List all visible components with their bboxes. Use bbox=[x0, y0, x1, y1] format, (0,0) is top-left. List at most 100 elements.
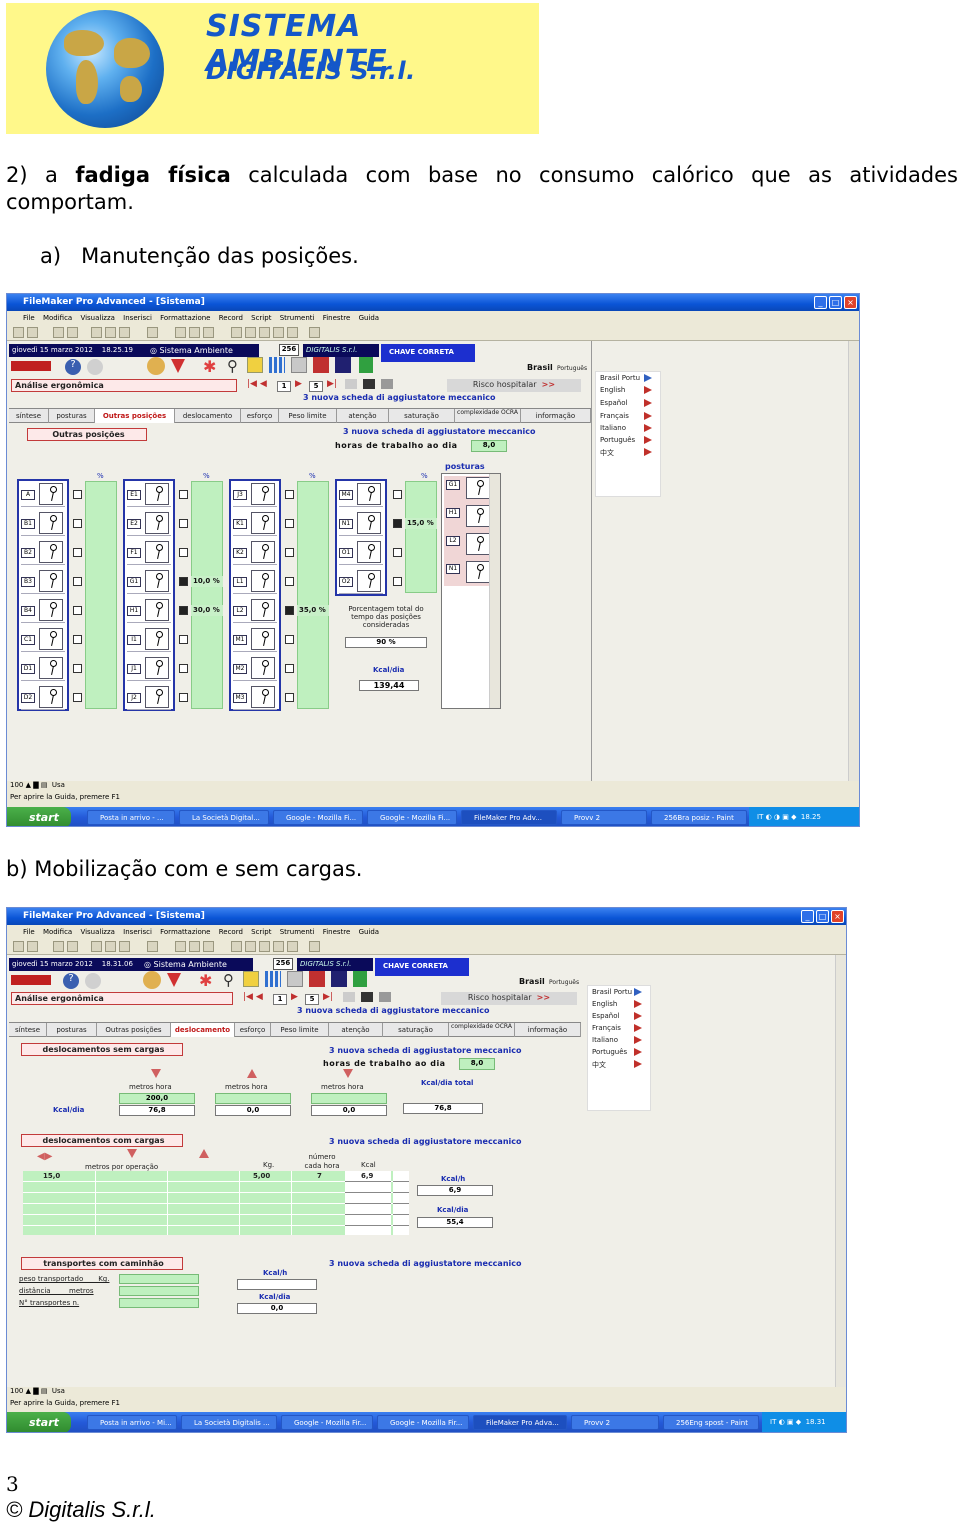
calculator-icon[interactable] bbox=[335, 357, 351, 373]
refresh-icon[interactable] bbox=[85, 973, 101, 989]
position-checkbox[interactable] bbox=[285, 693, 294, 702]
filter-icon[interactable] bbox=[171, 359, 185, 373]
load-grid[interactable] bbox=[23, 1171, 409, 1235]
position-checkbox[interactable] bbox=[179, 693, 188, 702]
position-cell[interactable]: F1 bbox=[127, 539, 171, 565]
menu-script[interactable]: Script bbox=[251, 928, 271, 936]
copy-icon[interactable] bbox=[105, 941, 116, 952]
help-icon[interactable] bbox=[309, 941, 320, 952]
tab-peso-limite[interactable]: Peso limite bbox=[271, 1023, 329, 1037]
tray-language[interactable]: IT bbox=[757, 813, 763, 821]
pct-value-n1[interactable]: 15,0 % bbox=[405, 518, 437, 529]
lang-brasil[interactable]: Brasil Portu bbox=[592, 988, 632, 996]
refresh-icon[interactable] bbox=[87, 359, 103, 375]
pct-value-g1[interactable]: 10,0 % bbox=[191, 576, 223, 587]
last-record-icon[interactable]: ▶| bbox=[323, 992, 333, 1002]
lang-francais[interactable]: Français bbox=[592, 1024, 621, 1032]
print-form-icon[interactable] bbox=[343, 992, 355, 1002]
menu-inserisci[interactable]: Inserisci bbox=[123, 314, 152, 322]
lang-espanol[interactable]: Español bbox=[592, 1012, 619, 1020]
filter-icon[interactable] bbox=[167, 973, 181, 987]
position-cell[interactable]: I1 bbox=[127, 626, 171, 652]
position-cell[interactable]: K1 bbox=[233, 510, 277, 536]
lang-chinese[interactable]: 中文 bbox=[592, 1060, 606, 1070]
arrow-down-icon[interactable] bbox=[151, 1069, 161, 1078]
position-checkbox[interactable] bbox=[179, 664, 188, 673]
position-cell[interactable]: B2 bbox=[21, 539, 65, 565]
position-checkbox[interactable] bbox=[73, 490, 82, 499]
lang-portugues[interactable]: Português bbox=[600, 436, 635, 444]
taskbar-item[interactable]: 256Eng spost - Paint bbox=[663, 1415, 759, 1430]
position-checkbox-checked[interactable] bbox=[179, 577, 188, 586]
maximize-icon[interactable]: □ bbox=[816, 910, 829, 923]
taskbar-item[interactable]: Google - Mozilla Fi... bbox=[367, 810, 457, 825]
menu-inserisci[interactable]: Inserisci bbox=[123, 928, 152, 936]
position-cell[interactable]: J1 bbox=[127, 655, 171, 681]
position-checkbox[interactable] bbox=[73, 635, 82, 644]
position-cell[interactable]: O1 bbox=[339, 539, 383, 565]
position-checkbox[interactable] bbox=[73, 519, 82, 528]
taskbar-item[interactable]: Provv 2 bbox=[571, 1415, 659, 1430]
tab-esforco[interactable]: esforço bbox=[241, 409, 279, 423]
position-cell[interactable]: A bbox=[21, 481, 65, 507]
position-cell[interactable]: J2 bbox=[127, 684, 171, 710]
script-icon[interactable] bbox=[231, 941, 242, 952]
page-field[interactable]: 1 bbox=[273, 994, 287, 1005]
exit-icon[interactable] bbox=[359, 357, 373, 373]
taskbar-item[interactable]: Posta in arrivo - Mi... bbox=[87, 1415, 177, 1430]
menu-visualizza[interactable]: Visualizza bbox=[80, 314, 114, 322]
menu-script[interactable]: Script bbox=[251, 314, 271, 322]
position-cell[interactable]: O2 bbox=[339, 568, 383, 594]
copy-icon[interactable] bbox=[105, 327, 116, 338]
printer-icon[interactable] bbox=[363, 379, 375, 389]
tab-atencao[interactable]: atenção bbox=[337, 409, 389, 423]
menu-guida[interactable]: Guida bbox=[359, 928, 380, 936]
paste-icon[interactable] bbox=[119, 327, 130, 338]
load-numero[interactable]: 7 bbox=[317, 1172, 322, 1180]
position-cell[interactable]: D1 bbox=[21, 655, 65, 681]
help-circle-icon[interactable]: ? bbox=[65, 359, 81, 375]
position-checkbox[interactable] bbox=[285, 490, 294, 499]
zoom-level[interactable]: 100 bbox=[10, 1387, 23, 1395]
taskbar-item[interactable]: 256Bra posiz - Paint bbox=[651, 810, 747, 825]
table-icon[interactable] bbox=[189, 327, 200, 338]
hours-value[interactable]: 8,0 bbox=[459, 1058, 495, 1070]
hours-value[interactable]: 8,0 bbox=[471, 440, 507, 452]
chave-correta-button[interactable]: CHAVE CORRETA bbox=[381, 344, 475, 362]
debug-icon[interactable] bbox=[245, 327, 256, 338]
position-cell[interactable]: L2 bbox=[233, 597, 277, 623]
cut-icon[interactable] bbox=[91, 941, 102, 952]
position-checkbox[interactable] bbox=[73, 548, 82, 557]
check-icon[interactable] bbox=[53, 327, 64, 338]
position-cell[interactable]: L1 bbox=[233, 568, 277, 594]
position-checkbox[interactable] bbox=[73, 606, 82, 615]
new-icon[interactable] bbox=[13, 941, 24, 952]
first-record-icon[interactable]: |◀ ◀ bbox=[243, 992, 263, 1002]
close-icon[interactable]: × bbox=[831, 910, 844, 923]
window-scrollbar[interactable] bbox=[848, 341, 859, 781]
tab-saturacao[interactable]: saturação bbox=[383, 1023, 449, 1037]
lang-italiano[interactable]: Italiano bbox=[600, 424, 626, 432]
record-icon[interactable] bbox=[287, 327, 298, 338]
tools-icon[interactable] bbox=[147, 357, 165, 375]
tab-informacao[interactable]: informação bbox=[521, 409, 591, 423]
position-cell[interactable]: M4 bbox=[339, 481, 383, 507]
position-cell[interactable]: G1 bbox=[127, 568, 171, 594]
lang-chinese[interactable]: 中文 bbox=[600, 448, 614, 458]
position-cell[interactable]: E2 bbox=[127, 510, 171, 536]
book-icon[interactable] bbox=[309, 971, 325, 987]
position-checkbox-checked[interactable] bbox=[393, 519, 402, 528]
position-cell[interactable]: B4 bbox=[21, 597, 65, 623]
paste-icon[interactable] bbox=[119, 941, 130, 952]
settings-icon[interactable] bbox=[259, 327, 270, 338]
load-kg[interactable]: 5,00 bbox=[253, 1172, 270, 1180]
postures-list[interactable]: G1 H1 L2 N1 bbox=[441, 473, 501, 709]
menu-strumenti[interactable]: Strumenti bbox=[280, 928, 315, 936]
lang-francais[interactable]: Français bbox=[600, 412, 629, 420]
back-arrow-icon[interactable] bbox=[11, 975, 51, 985]
zoom-level[interactable]: 100 bbox=[10, 781, 23, 789]
pct-value-h1[interactable]: 30,0 % bbox=[191, 605, 223, 616]
menu-file[interactable]: File bbox=[23, 314, 35, 322]
truck-distance-input[interactable] bbox=[119, 1286, 199, 1296]
tools-icon[interactable] bbox=[143, 971, 161, 989]
